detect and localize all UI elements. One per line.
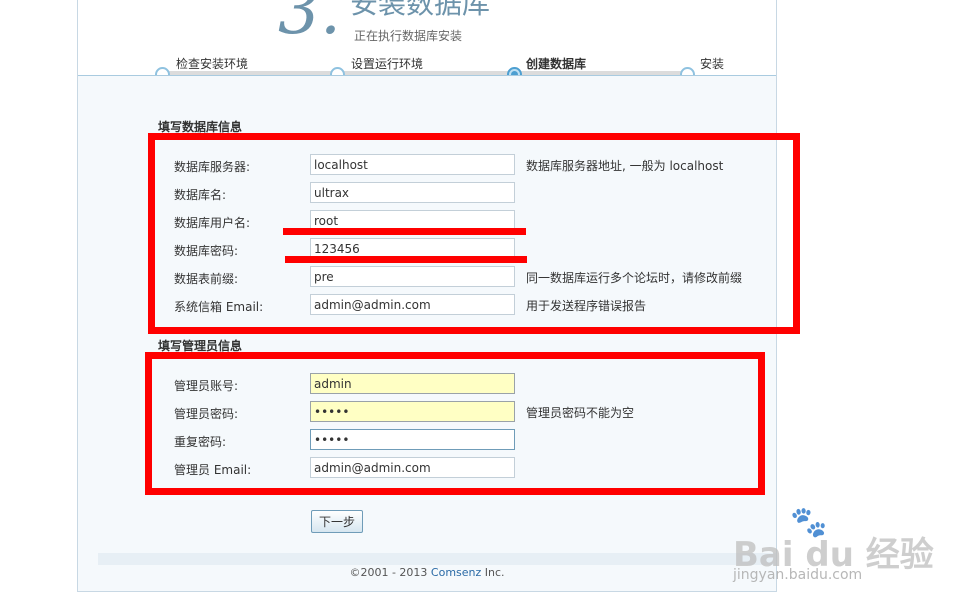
next-step-button[interactable]: 下一步: [311, 510, 363, 533]
installer-window: 3. 安装数据库 正在执行数据库安装 检查安装环境 设置运行环境 创建数据库 安…: [77, 0, 777, 592]
db-password-label: 数据库密码:: [174, 244, 239, 258]
step-label-create-db: 创建数据库: [526, 57, 587, 71]
installer-header: 3. 安装数据库 正在执行数据库安装 检查安装环境 设置运行环境 创建数据库 安…: [78, 0, 776, 82]
copyright-suffix: Inc.: [481, 566, 505, 579]
step-number: 3.: [278, 0, 341, 49]
db-host-label: 数据库服务器:: [174, 160, 251, 174]
admin-password-input[interactable]: [310, 401, 515, 422]
system-email-hint: 用于发送程序错误报告: [526, 299, 647, 313]
admin-account-input[interactable]: [310, 373, 515, 394]
db-user-label: 数据库用户名:: [174, 216, 251, 230]
admin-email-input[interactable]: [310, 457, 515, 478]
step-label-install: 安装: [700, 57, 725, 71]
system-email-input[interactable]: [310, 294, 515, 315]
table-prefix-input[interactable]: [310, 266, 515, 287]
db-user-input[interactable]: [310, 210, 515, 231]
repeat-password-label: 重复密码:: [174, 435, 227, 449]
page-subtitle: 正在执行数据库安装: [354, 29, 463, 43]
paw-icon: 🐾: [790, 505, 828, 540]
step-label-check-env: 检查安装环境: [176, 57, 249, 71]
admin-section-title: 填写管理员信息: [158, 339, 243, 353]
install-form: 填写数据库信息 数据库服务器: 数据库服务器地址, 一般为 localhost …: [78, 75, 776, 591]
footer-divider: [98, 553, 776, 565]
admin-email-label: 管理员 Email:: [174, 463, 252, 477]
db-password-input[interactable]: [310, 238, 515, 259]
db-section-title: 填写数据库信息: [158, 120, 243, 134]
system-email-label: 系统信箱 Email:: [174, 300, 264, 314]
table-prefix-hint: 同一数据库运行多个论坛时，请修改前缀: [526, 271, 743, 285]
db-name-input[interactable]: [310, 182, 515, 203]
page-title: 安装数据库: [350, 0, 491, 20]
table-prefix-label: 数据表前缀:: [174, 272, 239, 286]
copyright-text: ©2001 - 2013: [349, 566, 431, 579]
admin-password-label: 管理员密码:: [174, 407, 239, 421]
step-label-runtime-env: 设置运行环境: [351, 57, 424, 71]
db-name-label: 数据库名:: [174, 188, 227, 202]
footer-brand-link[interactable]: Comsenz: [431, 566, 481, 579]
footer: ©2001 - 2013 Comsenz Inc.: [78, 566, 776, 579]
admin-password-hint: 管理员密码不能为空: [526, 406, 635, 420]
db-host-input[interactable]: [310, 154, 515, 175]
admin-account-label: 管理员账号:: [174, 379, 239, 393]
db-host-hint: 数据库服务器地址, 一般为 localhost: [526, 159, 724, 173]
repeat-password-input[interactable]: [310, 429, 515, 450]
